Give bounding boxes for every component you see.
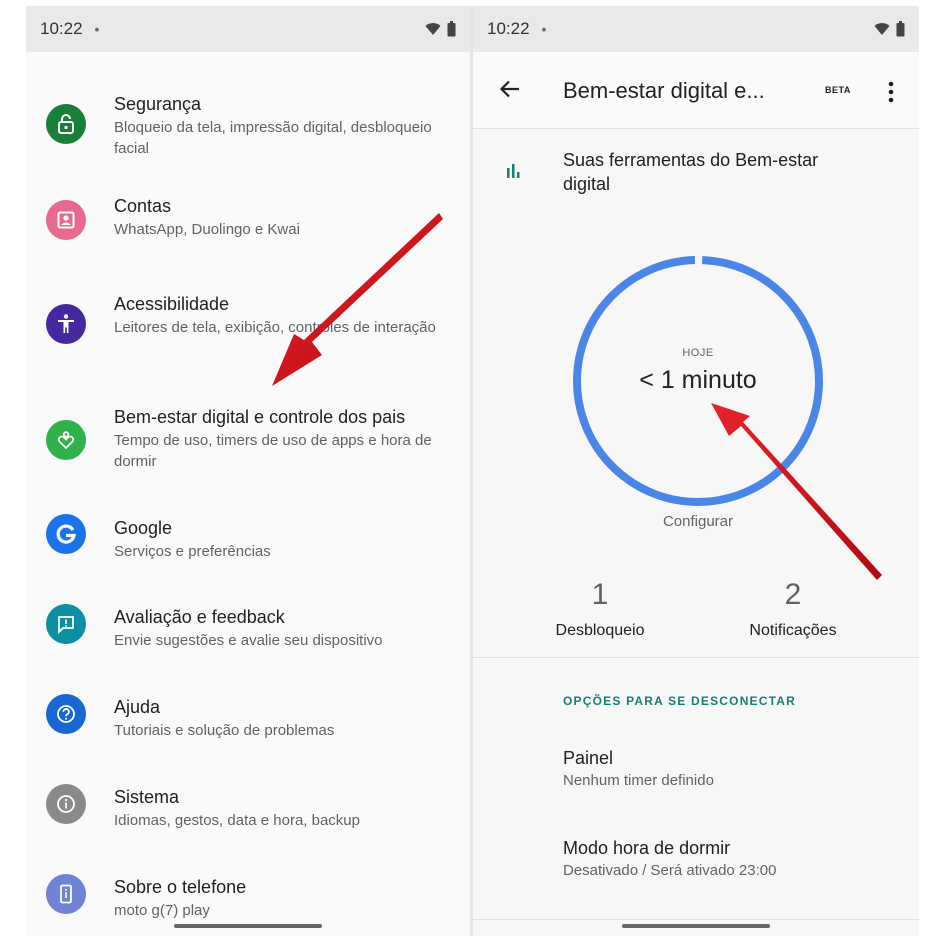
ring-time-value: < 1 minuto [639, 366, 757, 394]
option-subtitle: Nenhum timer definido [563, 772, 714, 789]
status-bar: 10:22 • [26, 6, 470, 52]
setting-title: Bem-estar digital e controle dos pais [114, 407, 406, 427]
setting-subtitle: WhatsApp, Duolingo e Kwai [114, 221, 300, 238]
ring-today-label: HOJE [682, 347, 714, 359]
lock-open-icon [46, 104, 86, 144]
page-title: Bem-estar digital e... [563, 78, 765, 103]
status-notification-dot: • [541, 21, 547, 37]
section-header: OPÇÕES PARA SE DESCONECTAR [563, 694, 797, 708]
stat-unlocks[interactable]: 1 Desbloqueio [520, 578, 680, 640]
setting-title: Google [114, 518, 173, 538]
setting-title: Acessibilidade [114, 294, 230, 314]
setting-title: Avaliação e feedback [114, 607, 285, 627]
setting-subtitle: moto g(7) play [114, 902, 210, 919]
beta-badge: BETA [825, 85, 851, 95]
battery-icon [447, 21, 456, 37]
setting-title: Contas [114, 196, 172, 216]
status-notification-dot: • [94, 21, 100, 37]
option-painel[interactable]: Painel Nenhum timer definido [563, 746, 899, 792]
setting-subtitle: Bloqueio da tela, impressão digital, des… [114, 119, 432, 157]
google-g-icon [46, 514, 86, 554]
back-arrow-icon[interactable] [495, 74, 525, 104]
wifi-icon [425, 23, 441, 35]
option-title: Painel [563, 748, 614, 768]
option-subtitle: Desativado / Será ativado 23:00 [563, 862, 777, 879]
status-time: 10:22 [487, 19, 530, 38]
setting-title: Sobre o telefone [114, 877, 247, 897]
stat-notifications[interactable]: 2 Notificações [713, 578, 873, 640]
configure-link[interactable]: Configurar [569, 513, 827, 530]
section-divider [473, 657, 919, 658]
home-gesture-bar[interactable] [622, 924, 770, 928]
setting-subtitle: Tutoriais e solução de problemas [114, 722, 335, 739]
setting-subtitle: Leitores de tela, exibição, controles de… [114, 319, 436, 336]
screenshot-frame: 10:22 • Segurança Bloqueio da tela, impr… [0, 0, 929, 945]
settings-item-avaliacao-feedback[interactable]: Avaliação e feedback Envie sugestões e a… [26, 592, 470, 678]
settings-item-contas[interactable]: Contas WhatsApp, Duolingo e Kwai [26, 184, 470, 270]
bar-chart-icon [507, 164, 520, 178]
status-time: 10:22 [40, 19, 83, 38]
more-options-icon[interactable] [887, 80, 895, 104]
settings-item-bem-estar-digital[interactable]: Bem-estar digital e controle dos pais Te… [26, 388, 470, 474]
setting-subtitle: Tempo de uso, timers de uso de apps e ho… [114, 432, 432, 470]
setting-subtitle: Idiomas, gestos, data e hora, backup [114, 812, 360, 829]
setting-title: Ajuda [114, 697, 161, 717]
settings-screen: 10:22 • Segurança Bloqueio da tela, impr… [26, 6, 470, 936]
feedback-icon [46, 604, 86, 644]
tools-row[interactable]: Suas ferramentas do Bem-estar digital [473, 144, 919, 204]
setting-title: Sistema [114, 787, 180, 807]
wifi-icon [874, 23, 890, 35]
account-box-icon [46, 200, 86, 240]
option-modo-hora-de-dormir[interactable]: Modo hora de dormir Desativado / Será at… [563, 836, 899, 882]
setting-title: Segurança [114, 94, 202, 114]
settings-item-sistema[interactable]: Sistema Idiomas, gestos, data e hora, ba… [26, 772, 470, 858]
wellbeing-heart-icon [46, 420, 86, 460]
digital-wellbeing-screen: 10:22 • Bem-estar digital e... BETA Suas… [473, 6, 919, 936]
setting-subtitle: Envie sugestões e avalie seu dispositivo [114, 632, 383, 649]
settings-item-acessibilidade[interactable]: Acessibilidade Leitores de tela, exibiçã… [26, 274, 470, 360]
stat-value: 1 [591, 578, 609, 611]
battery-icon [896, 21, 905, 37]
home-gesture-bar[interactable] [174, 924, 322, 928]
setting-subtitle: Serviços e preferências [114, 543, 271, 560]
tools-label: Suas ferramentas do Bem-estar digital [563, 150, 819, 194]
stat-label: Desbloqueio [555, 622, 645, 639]
settings-item-google[interactable]: Google Serviços e preferências [26, 502, 470, 588]
help-icon [46, 694, 86, 734]
stat-label: Notificações [749, 622, 837, 639]
accessibility-icon [46, 304, 86, 344]
info-icon [46, 784, 86, 824]
bottom-divider [473, 919, 919, 920]
settings-item-seguranca[interactable]: Segurança Bloqueio da tela, impressão di… [26, 84, 470, 170]
stat-value: 2 [784, 578, 802, 611]
settings-item-ajuda[interactable]: Ajuda Tutoriais e solução de problemas [26, 682, 470, 768]
app-bar: Bem-estar digital e... BETA [473, 52, 919, 129]
phone-info-icon [46, 874, 86, 914]
status-bar: 10:22 • [473, 6, 919, 52]
option-title: Modo hora de dormir [563, 838, 731, 858]
